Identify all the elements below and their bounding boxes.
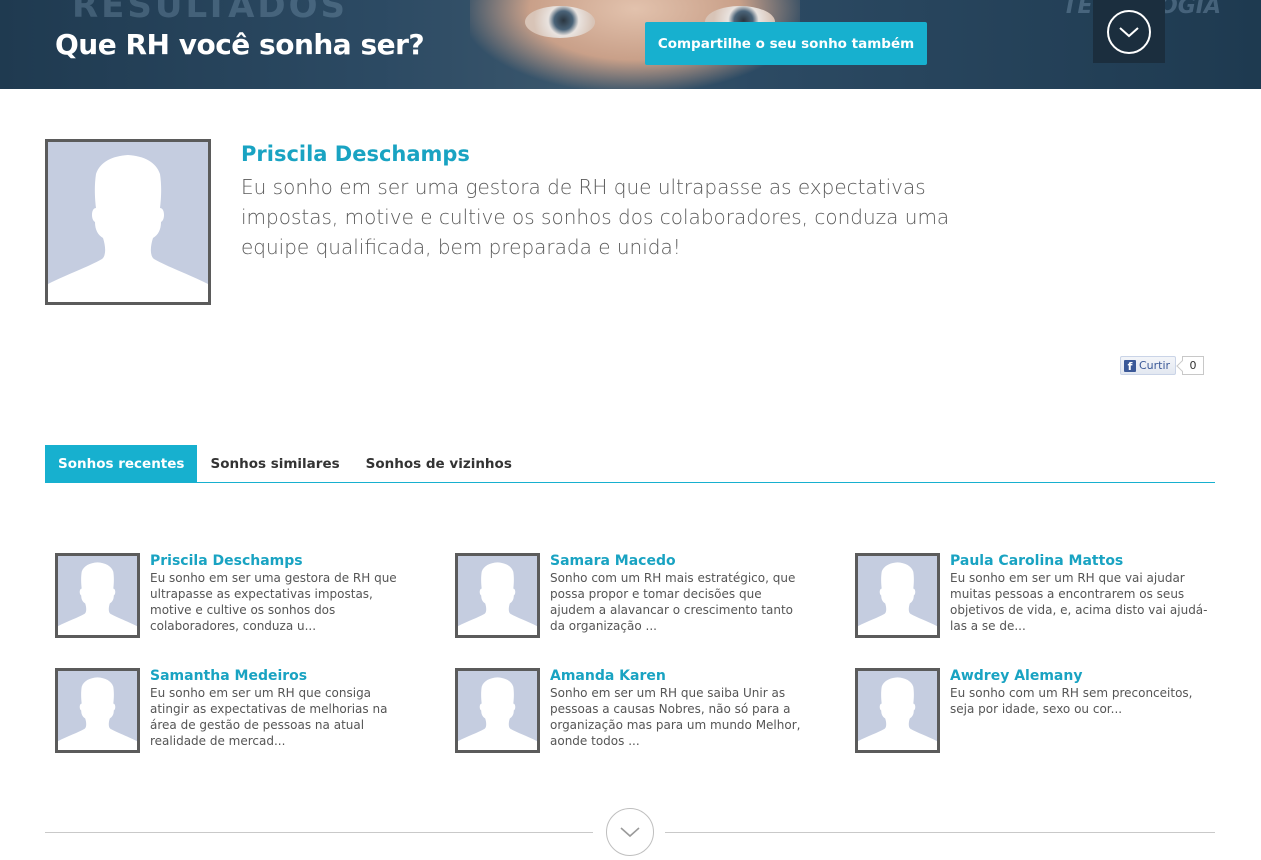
dream-card[interactable]: Amanda Karen Sonho em ser um RH que saiba… xyxy=(455,668,835,758)
avatar[interactable] xyxy=(55,553,140,638)
dream-excerpt: Eu sonho em ser um RH que vai ajudar mui… xyxy=(950,571,1208,633)
facebook-like-button[interactable]: f Curtir xyxy=(1120,356,1176,375)
dream-card[interactable]: Priscila Deschamps Eu sonho em ser uma ge… xyxy=(55,553,435,643)
featured-dream-text: Eu sonho em ser uma gestora de RH que ul… xyxy=(241,175,950,259)
dream-excerpt: Sonho em ser um RH que saiba Unir as pes… xyxy=(550,686,801,748)
tab-neighbor-dreams[interactable]: Sonhos de vizinhos xyxy=(353,445,525,482)
dream-excerpt: Eu sonho em ser uma gestora de RH que ul… xyxy=(150,571,397,633)
chevron-down-icon xyxy=(620,827,640,838)
menu-toggle-button[interactable] xyxy=(1093,0,1165,63)
avatar[interactable] xyxy=(855,553,940,638)
tab-recent-dreams[interactable]: Sonhos recentes xyxy=(45,445,198,482)
dream-card[interactable]: Samara Macedo Sonho com um RH mais estrat… xyxy=(455,553,835,643)
divider xyxy=(665,832,1215,833)
dream-author-name[interactable]: Amanda Karen xyxy=(550,668,666,684)
tab-similar-dreams[interactable]: Sonhos similares xyxy=(197,445,352,482)
dream-tabs: Sonhos recentes Sonhos similares Sonhos … xyxy=(45,445,1215,483)
header-banner: RESULTADOS TECNOLOGIA Que RH você sonha … xyxy=(0,0,1261,89)
featured-avatar xyxy=(45,139,211,305)
dream-card[interactable]: Awdrey Alemany Eu sonho com um RH sem pre… xyxy=(855,668,1235,758)
facebook-icon: f xyxy=(1124,359,1136,372)
page-title: Que RH você sonha ser? xyxy=(55,28,425,61)
avatar[interactable] xyxy=(855,668,940,753)
dream-card[interactable]: Samantha Medeiros Eu sonho em ser um RH q… xyxy=(55,668,435,758)
dream-author-name[interactable]: Priscila Deschamps xyxy=(150,553,303,569)
share-dream-button[interactable]: Compartilhe o seu sonho também xyxy=(645,22,927,65)
dream-excerpt: Eu sonho em ser um RH que consiga atingi… xyxy=(150,686,388,748)
banner-background-word: RESULTADOS xyxy=(72,0,349,26)
dream-author-name[interactable]: Samantha Medeiros xyxy=(150,668,307,684)
load-more-button[interactable] xyxy=(606,808,654,856)
featured-name[interactable]: Priscila Deschamps xyxy=(241,142,470,166)
like-label: Curtir xyxy=(1139,359,1171,372)
avatar[interactable] xyxy=(455,668,540,753)
avatar[interactable] xyxy=(455,553,540,638)
like-count: 0 xyxy=(1182,356,1204,375)
dream-author-name[interactable]: Samara Macedo xyxy=(550,553,676,569)
banner-photo-eye xyxy=(525,6,595,38)
dream-author-name[interactable]: Awdrey Alemany xyxy=(950,668,1082,684)
dream-author-name[interactable]: Paula Carolina Mattos xyxy=(950,553,1123,569)
dream-excerpt: Eu sonho com um RH sem preconceitos, sej… xyxy=(950,686,1193,716)
divider xyxy=(45,832,593,833)
dream-card[interactable]: Paula Carolina Mattos Eu sonho em ser um … xyxy=(855,553,1235,643)
dream-excerpt: Sonho com um RH mais estratégico, que po… xyxy=(550,571,796,633)
avatar[interactable] xyxy=(55,668,140,753)
chevron-down-icon xyxy=(1107,9,1151,54)
